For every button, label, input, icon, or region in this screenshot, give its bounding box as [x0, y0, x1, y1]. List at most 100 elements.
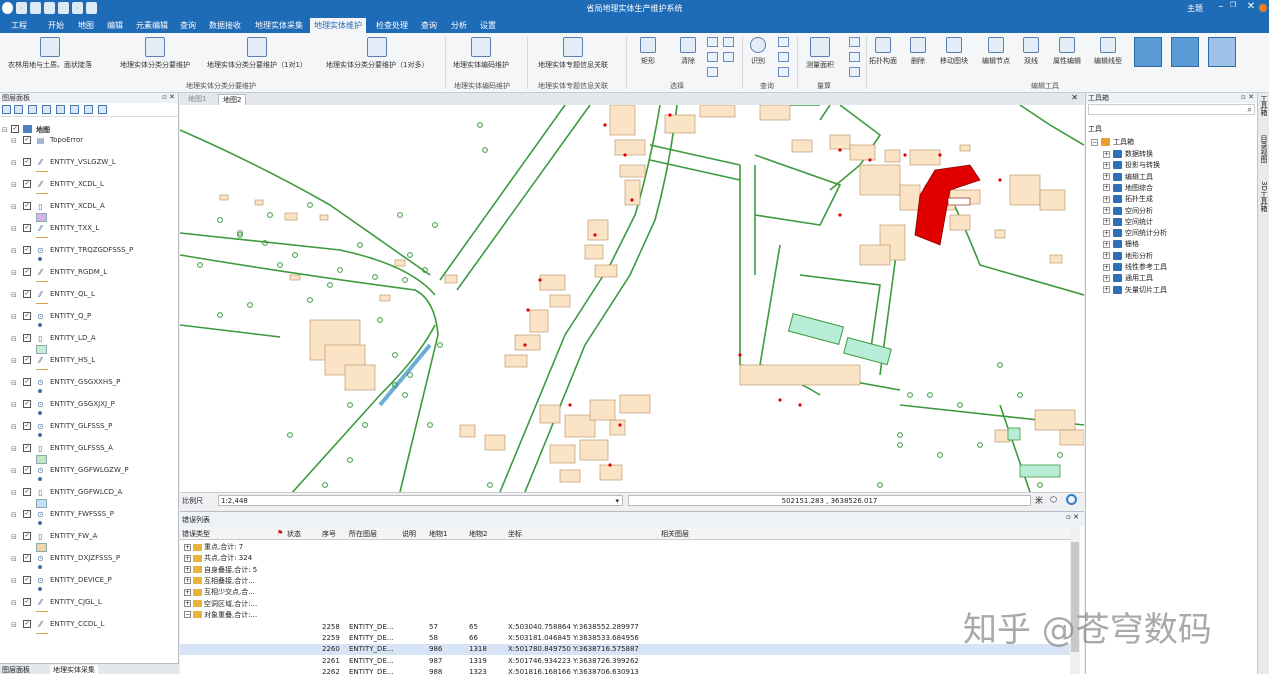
- error-row[interactable]: 2258 ENTITY_DE... 57 65 X:503040.758864 Y:36…: [180, 622, 1070, 633]
- col-note[interactable]: 说明: [402, 529, 416, 539]
- expand-icon[interactable]: +: [1103, 286, 1110, 294]
- layer-item[interactable]: ⊟ ✓ ⊙ ENTITY_Q_P: [0, 310, 179, 332]
- menu-data-receive[interactable]: 数据接收: [209, 20, 241, 31]
- layer-checkbox[interactable]: ✓: [23, 224, 31, 232]
- layer-item[interactable]: ⊟ ✓ ⊙ ENTITY_DEVICE_P: [0, 574, 179, 596]
- scrollbar[interactable]: [1070, 527, 1080, 674]
- layer-item[interactable]: ⊟ ✓ ▤ TopoError: [0, 134, 179, 156]
- classify-maintain-button[interactable]: 地理实体分类分要维护: [120, 37, 190, 70]
- layer-item[interactable]: ⊟ ✓ ⊙ ENTITY_DXJZFSSS_P: [0, 552, 179, 574]
- tab-entity-collect[interactable]: 地理实体采集: [50, 665, 98, 674]
- layer-checkbox[interactable]: ✓: [23, 422, 31, 430]
- col-error-type[interactable]: 错误类型: [182, 529, 210, 539]
- attr-edit-button[interactable]: 属性编辑: [1053, 37, 1081, 66]
- menu-settings[interactable]: 设置: [480, 20, 496, 31]
- search-icon[interactable]: ⌕: [1248, 105, 1252, 115]
- double-line-button[interactable]: 双线: [1023, 37, 1039, 66]
- layer-item[interactable]: ⊟ ✓ ▯ ENTITY_GLFSSS_A: [0, 442, 179, 464]
- layer-item[interactable]: ⊟ ✓ ⁄⁄ ENTITY_QL_L: [0, 288, 179, 310]
- layer-checkbox[interactable]: ✓: [23, 334, 31, 342]
- expand-icon[interactable]: +: [1103, 184, 1110, 192]
- layer-root[interactable]: ⊟ ✓ 地图: [0, 123, 179, 134]
- expand-icon[interactable]: ⊟: [11, 533, 17, 541]
- expand-icon[interactable]: +: [1103, 161, 1110, 169]
- layer-item[interactable]: ⊟ ✓ ⊙ ENTITY_GLFSSS_P: [0, 420, 179, 442]
- col-layer[interactable]: 所在图层: [349, 529, 377, 539]
- query-tool-icon[interactable]: [778, 37, 789, 47]
- classify-maintain-1tomany-button[interactable]: 地理实体分类分要维护（1对多）: [326, 37, 428, 70]
- select-tool-icon[interactable]: [707, 37, 718, 47]
- col-feature2[interactable]: 地物2: [469, 529, 487, 539]
- measure-tool-icon[interactable]: [849, 52, 860, 62]
- tab-catalog[interactable]: 目录视图: [1259, 135, 1269, 163]
- expand-icon[interactable]: ⊟: [11, 313, 17, 321]
- reshape-icon[interactable]: [1208, 37, 1236, 67]
- layer-checkbox[interactable]: ✓: [23, 136, 31, 144]
- menu-query[interactable]: 查询: [180, 20, 196, 31]
- menu-start[interactable]: 开始: [48, 20, 64, 31]
- layer-item[interactable]: ⊟ ✓ ⊙ ENTITY_GSGXXHS_P: [0, 376, 179, 398]
- expand-icon[interactable]: +: [1103, 274, 1110, 282]
- layer-checkbox[interactable]: ✓: [23, 576, 31, 584]
- toolbox-item[interactable]: + 空间统计分析: [1103, 228, 1167, 239]
- layer-item[interactable]: ⊟ ✓ ▯ ENTITY_GGFWLCD_A: [0, 486, 179, 508]
- expand-icon[interactable]: ⊟: [11, 269, 17, 277]
- expand-icon[interactable]: +: [1103, 195, 1110, 203]
- zoom-layer-icon[interactable]: [84, 105, 93, 114]
- expand-icon[interactable]: +: [1103, 263, 1110, 271]
- snap-icon[interactable]: ⬡: [1050, 495, 1057, 504]
- measure-area-button[interactable]: 测量面积: [806, 37, 834, 70]
- scale-input[interactable]: 1:2,448 ▾: [218, 495, 623, 506]
- query-tool-icon[interactable]: [778, 67, 789, 77]
- layer-checkbox[interactable]: ✓: [23, 378, 31, 386]
- error-group[interactable]: + 互相少交点,合...: [184, 587, 255, 598]
- toolbox-item[interactable]: + 线性参考工具: [1103, 262, 1167, 273]
- col-feature1[interactable]: 地物1: [429, 529, 447, 539]
- menu-check[interactable]: 检查处理: [376, 20, 408, 31]
- error-group[interactable]: + 互相叠接,合计...: [184, 576, 255, 587]
- menu-analysis[interactable]: 分析: [451, 20, 467, 31]
- move-up-icon[interactable]: [42, 105, 51, 114]
- toolbox-item[interactable]: + 地图综合: [1103, 183, 1153, 194]
- expand-icon[interactable]: +: [184, 588, 191, 596]
- select-tool-icon[interactable]: [707, 52, 718, 62]
- expand-icon[interactable]: ⊟: [11, 291, 17, 299]
- layer-checkbox[interactable]: ✓: [23, 202, 31, 210]
- expand-icon[interactable]: ⊟: [11, 379, 17, 387]
- save-layer-icon[interactable]: [98, 105, 107, 114]
- expand-icon[interactable]: +: [1103, 240, 1110, 248]
- col-coord[interactable]: 坐标: [508, 529, 522, 539]
- toolbox-item[interactable]: + 栅格: [1103, 239, 1139, 250]
- expand-icon[interactable]: ⊟: [11, 159, 17, 167]
- expand-icon[interactable]: ⊟: [11, 225, 17, 233]
- layer-checkbox[interactable]: ✓: [23, 554, 31, 562]
- expand-icon[interactable]: ⊟: [11, 621, 17, 629]
- error-group[interactable]: − 对象重叠,合计:...: [184, 610, 257, 621]
- union-shape-icon[interactable]: [1171, 37, 1199, 67]
- expand-icon[interactable]: +: [1103, 207, 1110, 214]
- expand-icon[interactable]: ⊟: [11, 577, 17, 585]
- unit-icon[interactable]: 米: [1035, 495, 1043, 506]
- layer-item[interactable]: ⊟ ✓ ⁄⁄ ENTITY_CJGL_L: [0, 596, 179, 618]
- help-icon[interactable]: [1258, 1, 1267, 17]
- error-row[interactable]: 2262 ENTITY_DE... 988 1323 X:501816.168166 Y…: [180, 667, 1070, 674]
- expand-icon[interactable]: ⊟: [11, 555, 17, 563]
- menu-element-edit[interactable]: 元素编辑: [136, 20, 168, 31]
- expand-icon[interactable]: +: [184, 600, 191, 607]
- layer-props-icon[interactable]: [28, 105, 37, 114]
- layer-item[interactable]: ⊟ ✓ ⁄⁄ ENTITY_VSLGZW_L: [0, 156, 179, 178]
- edit-line-type-button[interactable]: 编辑线型: [1094, 37, 1122, 66]
- layer-checkbox[interactable]: ✓: [23, 290, 31, 298]
- expand-icon[interactable]: ⊟: [11, 445, 17, 453]
- expand-icon[interactable]: +: [1103, 173, 1110, 181]
- expand-icon[interactable]: ⊟: [11, 599, 17, 607]
- toolbox-item[interactable]: + 空间分析: [1103, 206, 1153, 217]
- topo-polygon-button[interactable]: 拓扑构面: [869, 37, 897, 66]
- theme-menu[interactable]: 主题: [1187, 3, 1203, 14]
- error-group[interactable]: + 自身叠接,合计: 5: [184, 565, 257, 576]
- move-down-icon[interactable]: [56, 105, 65, 114]
- query-tool-icon[interactable]: [778, 52, 789, 62]
- error-row[interactable]: 2261 ENTITY_DE... 987 1319 X:501746.934223 Y…: [180, 656, 1070, 667]
- expand-icon[interactable]: ⊟: [11, 203, 17, 211]
- toolbox-item[interactable]: + 矢量切片工具: [1103, 285, 1167, 296]
